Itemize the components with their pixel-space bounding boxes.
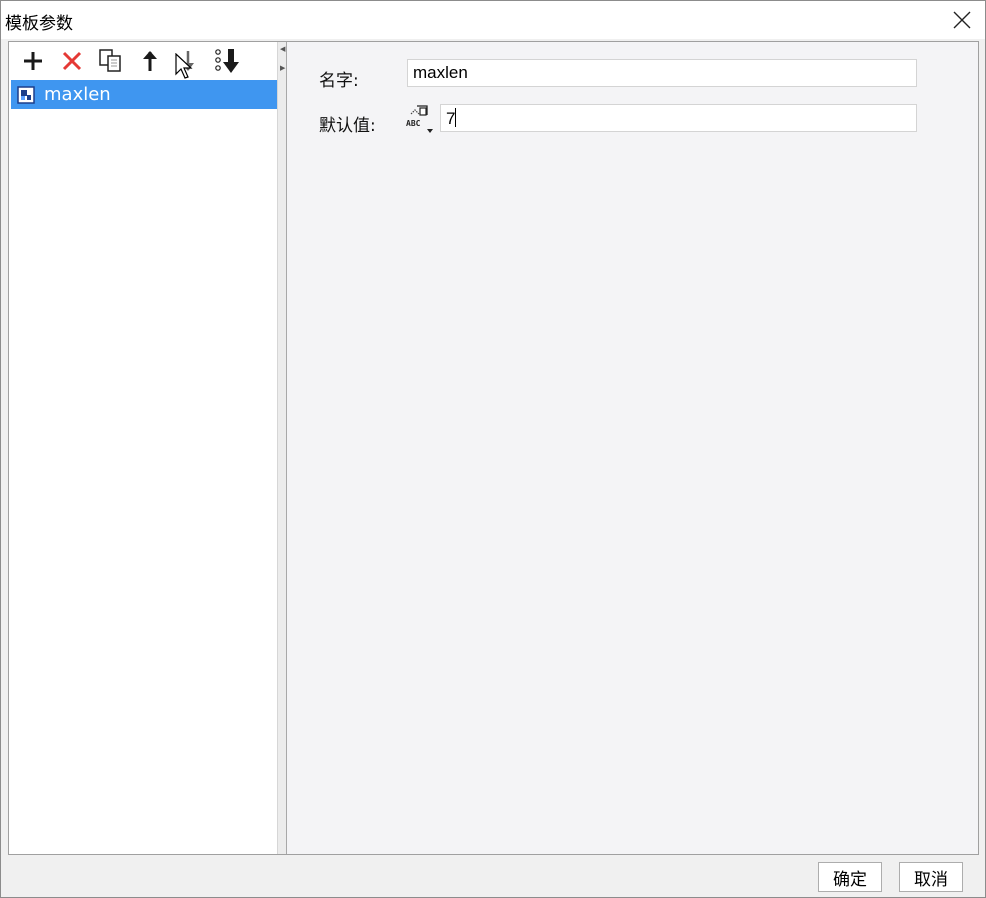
move-up-button[interactable] [135, 46, 165, 76]
text-type-icon[interactable]: ABC [405, 102, 437, 134]
svg-text:ABC: ABC [406, 119, 421, 128]
default-value-text: 7 [446, 109, 456, 128]
move-to-bottom-button[interactable] [214, 46, 244, 76]
close-button[interactable] [939, 1, 985, 39]
dialog-window: 模板参数 maxlen ◀ ▶ 名字: maxlen 默认值: ABC 7 确定… [0, 0, 986, 898]
move-up-icon [143, 51, 157, 71]
list-item-label: maxlen [44, 84, 111, 105]
name-label: 名字: [319, 71, 359, 91]
text-caret [455, 108, 457, 127]
param-list-pane: maxlen [9, 42, 277, 854]
default-value-label: 默认值: [319, 116, 376, 136]
parameter-icon [17, 86, 35, 104]
close-icon [953, 11, 971, 29]
expand-right-icon[interactable]: ▶ [280, 64, 285, 72]
delete-icon [62, 51, 82, 71]
dialog-client-area: maxlen ◀ ▶ 名字: maxlen 默认值: ABC 7 [8, 41, 979, 855]
name-input[interactable]: maxlen [407, 59, 917, 87]
cancel-button[interactable]: 取消 [899, 862, 963, 892]
copy-icon [99, 49, 121, 72]
title-bar: 模板参数 [1, 1, 985, 39]
move-to-bottom-icon [215, 49, 239, 73]
param-detail-pane: 名字: maxlen 默认值: ABC 7 [287, 42, 978, 854]
param-list[interactable]: maxlen [11, 80, 277, 854]
add-icon [24, 52, 42, 70]
add-button[interactable] [18, 46, 48, 76]
ok-button[interactable]: 确定 [818, 862, 882, 892]
delete-button[interactable] [57, 46, 87, 76]
pane-splitter[interactable]: ◀ ▶ [277, 42, 287, 854]
collapse-left-icon[interactable]: ◀ [280, 45, 285, 53]
mouse-cursor-icon [175, 53, 193, 79]
default-value-input[interactable]: 7 [440, 104, 917, 132]
window-title: 模板参数 [5, 14, 73, 34]
param-toolbar [9, 42, 277, 80]
list-item[interactable]: maxlen [11, 80, 277, 109]
copy-button[interactable] [96, 46, 126, 76]
